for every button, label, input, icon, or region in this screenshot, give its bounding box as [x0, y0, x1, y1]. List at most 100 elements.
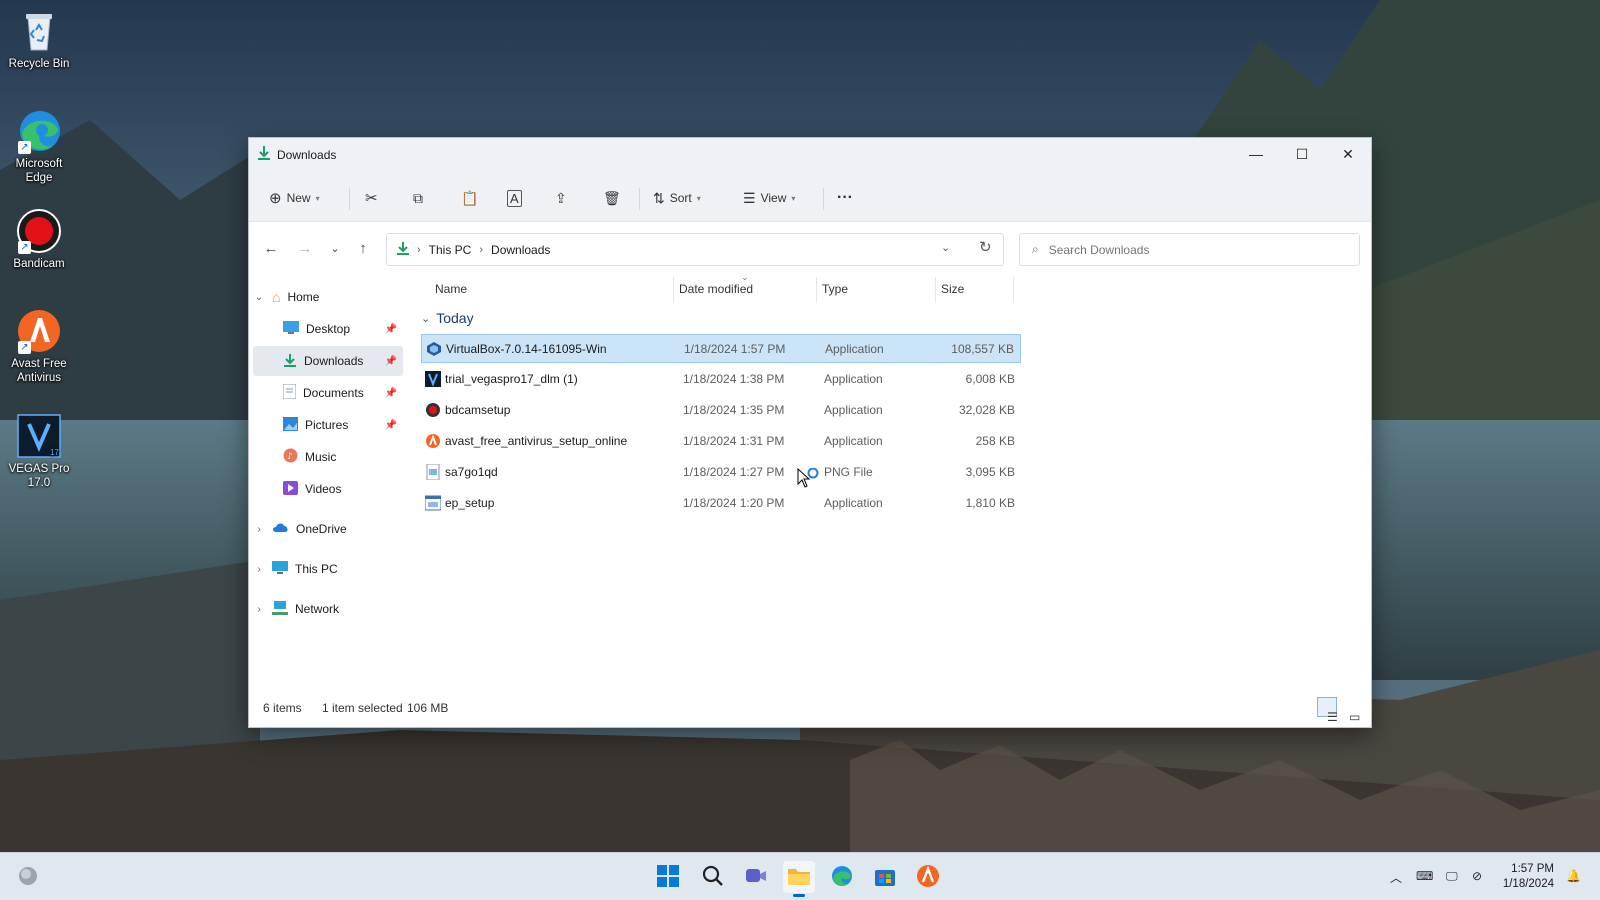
- breadcrumb-this-pc[interactable]: This PC: [429, 243, 472, 257]
- recent-locations-button[interactable]: ⌄: [325, 240, 345, 260]
- new-label: New: [286, 191, 311, 205]
- nav-item-this-pc[interactable]: › This PC: [253, 554, 403, 584]
- file-size: 258 KB: [975, 434, 1015, 448]
- file-list-pane: Name Date modified ⌄ Type Size ⌄ Today V…: [411, 272, 1371, 692]
- file-row[interactable]: avast_free_antivirus_setup_online 1/18/2…: [421, 427, 1021, 456]
- forward-button[interactable]: →: [295, 240, 315, 260]
- taskbar-search-button[interactable]: [697, 861, 729, 893]
- this-pc-icon: [272, 560, 288, 578]
- new-button[interactable]: ⊕ New ▾: [269, 184, 320, 212]
- scissors-icon: ✂: [365, 190, 378, 207]
- file-row[interactable]: ep_setup 1/18/2024 1:20 PM Application 1…: [421, 489, 1021, 518]
- search-box[interactable]: ⌕: [1019, 233, 1360, 266]
- nav-label: Documents: [303, 386, 364, 400]
- paste-button[interactable]: 📋: [461, 184, 478, 212]
- file-date: 1/18/2024 1:38 PM: [683, 372, 785, 386]
- taskbar-file-explorer[interactable]: [783, 861, 815, 897]
- chevron-down-icon: ⌄: [421, 312, 431, 325]
- cut-button[interactable]: ✂: [365, 184, 378, 212]
- address-row: ← → ⌄ ↑ › This PC › Downloads ⌄ ↻ ⌕: [249, 222, 1371, 274]
- desktop-icon-recycle-bin[interactable]: Recycle Bin: [4, 8, 74, 71]
- address-history-dropdown[interactable]: ⌄: [941, 241, 950, 254]
- network-status-icon[interactable]: ⊘: [1472, 869, 1482, 883]
- view-button[interactable]: ☰ View ▾: [743, 184, 795, 212]
- taskbar-store[interactable]: [869, 861, 901, 893]
- file-type: Application: [824, 434, 883, 448]
- nav-item-onedrive[interactable]: › OneDrive: [253, 514, 403, 544]
- documents-icon: [282, 383, 297, 402]
- copy-button[interactable]: ⧉: [413, 184, 423, 212]
- rename-button[interactable]: A: [507, 184, 522, 212]
- file-name: sa7go1qd: [445, 465, 498, 479]
- close-button[interactable]: ✕: [1325, 138, 1371, 170]
- breadcrumb-downloads[interactable]: Downloads: [491, 243, 550, 257]
- pin-icon: 📌: [384, 355, 397, 367]
- refresh-icon[interactable]: ↻: [979, 238, 992, 256]
- desktop-icon-avast[interactable]: ↗ Avast Free Antivirus: [4, 308, 74, 385]
- column-divider: [935, 277, 936, 303]
- plus-circle-icon: ⊕: [269, 190, 282, 207]
- title-bar[interactable]: Downloads — ☐ ✕: [249, 138, 1371, 174]
- taskbar-clock[interactable]: 1:57 PM 1/18/2024: [1503, 862, 1554, 892]
- taskbar-avast[interactable]: [912, 861, 944, 893]
- nav-item-music[interactable]: ♪ Music: [253, 442, 403, 472]
- file-row[interactable]: VirtualBox-7.0.14-161095-Win 1/18/2024 1…: [421, 334, 1021, 363]
- file-row[interactable]: bdcamsetup 1/18/2024 1:35 PM Application…: [421, 396, 1021, 425]
- folder-icon: [787, 866, 811, 889]
- taskbar: ︿ ⌨ 🖵 ⊘ 1:57 PM 1/18/2024 🔔: [0, 852, 1600, 900]
- nav-item-network[interactable]: › Network: [253, 594, 403, 624]
- start-button[interactable]: [652, 861, 684, 893]
- address-bar[interactable]: › This PC › Downloads: [386, 233, 1004, 266]
- column-header-size[interactable]: Size: [941, 274, 964, 304]
- details-view-button[interactable]: ☰: [1317, 697, 1338, 724]
- file-date: 1/18/2024 1:20 PM: [683, 496, 785, 510]
- sort-icon: ⇅: [653, 189, 665, 206]
- shortcut-arrow-icon: ↗: [18, 141, 31, 154]
- column-header-type[interactable]: Type: [822, 274, 848, 304]
- desktop-icon-bandicam[interactable]: ↗ Bandicam: [4, 208, 74, 271]
- display-icon[interactable]: 🖵: [1446, 869, 1458, 884]
- maximize-button[interactable]: ☐: [1279, 138, 1325, 170]
- desktop-icon-vegas[interactable]: 17 VEGAS Pro 17.0: [4, 413, 74, 490]
- sort-button[interactable]: ⇅ Sort ▾: [653, 184, 701, 212]
- toolbar-divider: [349, 188, 350, 210]
- share-button[interactable]: ⇪: [555, 184, 567, 212]
- pin-icon: 📌: [384, 323, 397, 335]
- more-options-button[interactable]: ···: [837, 184, 853, 212]
- tiles-view-icon: ▭: [1349, 710, 1361, 724]
- home-icon: ⌂: [272, 289, 281, 305]
- nav-item-documents[interactable]: Documents 📌: [253, 378, 403, 408]
- nav-item-pictures[interactable]: Pictures 📌: [253, 410, 403, 440]
- nav-item-videos[interactable]: Videos: [253, 474, 403, 504]
- column-header-name[interactable]: Name: [435, 274, 467, 304]
- chat-button[interactable]: [740, 861, 772, 893]
- nav-item-downloads[interactable]: Downloads 📌: [253, 346, 403, 376]
- file-type: Application: [825, 342, 884, 356]
- tiles-view-button[interactable]: ▭: [1339, 697, 1360, 724]
- search-input[interactable]: [1048, 242, 1329, 257]
- file-name: bdcamsetup: [445, 403, 511, 417]
- nav-item-desktop[interactable]: Desktop 📌: [253, 314, 403, 344]
- status-bar: 6 items 1 item selected 106 MB ☰ ▭: [249, 691, 1371, 727]
- show-hidden-icons-button[interactable]: ︿: [1390, 869, 1402, 886]
- minimize-button[interactable]: —: [1233, 138, 1279, 170]
- onedrive-icon: [272, 522, 289, 536]
- delete-button[interactable]: 🗑: [603, 184, 621, 212]
- file-name: VirtualBox-7.0.14-161095-Win: [446, 342, 607, 356]
- nav-item-home[interactable]: ⌄ ⌂ Home: [253, 282, 403, 312]
- downloads-icon: [397, 241, 409, 258]
- widgets-button[interactable]: [12, 861, 44, 893]
- taskbar-edge[interactable]: [826, 861, 858, 893]
- file-row[interactable]: sa7go1qd 1/18/2024 1:27 PM PNG File 3,09…: [421, 458, 1021, 487]
- file-row[interactable]: trial_vegaspro17_dlm (1) 1/18/2024 1:38 …: [421, 365, 1021, 394]
- back-button[interactable]: ←: [261, 240, 281, 260]
- windows-logo-icon: [657, 864, 679, 890]
- keyboard-icon[interactable]: ⌨: [1416, 869, 1433, 883]
- up-button[interactable]: ↑: [353, 240, 373, 260]
- trash-icon: 🗑: [603, 189, 621, 206]
- file-date: 1/18/2024 1:57 PM: [684, 342, 786, 356]
- avast-icon: [916, 864, 940, 891]
- desktop-icon-edge[interactable]: ↗ Microsoft Edge: [4, 108, 74, 185]
- group-header-today[interactable]: ⌄ Today: [421, 310, 474, 326]
- notification-bell-icon[interactable]: 🔔: [1566, 869, 1581, 883]
